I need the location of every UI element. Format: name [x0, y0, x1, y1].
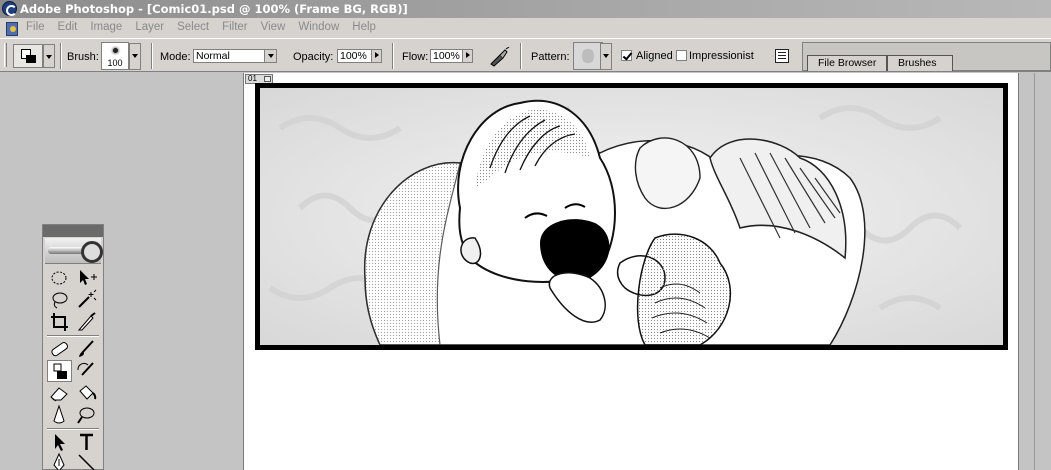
options-bar: Brush: 100 Mode: Normal Opacity: 100% Fl…	[0, 38, 1051, 72]
blur-drop-icon	[53, 404, 65, 424]
brush-tool[interactable]	[74, 338, 99, 360]
line-tool[interactable]	[74, 451, 99, 470]
slice-tool[interactable]	[74, 311, 99, 333]
marquee-tool[interactable]	[47, 267, 72, 289]
bandage-icon	[51, 342, 68, 357]
separator	[392, 43, 394, 69]
history-brush-tool[interactable]	[74, 360, 99, 382]
clone-stamp-icon	[53, 363, 67, 379]
crop-icon	[51, 313, 68, 331]
brush-dropdown-arrow[interactable]	[129, 43, 141, 70]
toolbox-title-bar[interactable]	[43, 225, 103, 237]
magic-wand-tool[interactable]	[74, 289, 99, 311]
brush-tip-icon	[113, 48, 118, 53]
mode-label: Mode:	[160, 51, 191, 63]
paint-bucket-tool[interactable]	[74, 382, 99, 404]
blur-tool[interactable]	[47, 404, 72, 426]
window-title: Adobe Photoshop - [Comic01.psd @ 100% (F…	[20, 2, 408, 16]
eraser-tool[interactable]	[47, 382, 72, 404]
flow-field[interactable]: 100%	[430, 49, 473, 63]
paintbrush-icon	[79, 340, 94, 357]
palette-well: File Browser Brushes	[802, 42, 1051, 71]
move-tool[interactable]	[74, 267, 99, 289]
opacity-field[interactable]: 100%	[337, 49, 382, 63]
tool-preset-picker[interactable]	[13, 44, 57, 68]
toolbox-divider	[47, 428, 99, 430]
crop-tool[interactable]	[47, 311, 72, 333]
menu-view[interactable]: View	[261, 21, 286, 33]
comic-panel-canvas[interactable]	[255, 83, 1008, 350]
impressionist-label: Impressionist	[689, 50, 754, 62]
history-brush-icon	[77, 362, 94, 376]
elliptical-marquee-icon	[51, 271, 67, 285]
separator	[520, 43, 522, 69]
flow-label: Flow:	[402, 51, 429, 63]
airbrush-icon	[490, 46, 510, 67]
menu-file[interactable]: File	[26, 21, 45, 33]
aligned-checkbox[interactable]	[621, 50, 632, 61]
paint-bucket-icon	[79, 385, 97, 400]
tool-preset-dropdown-arrow[interactable]	[43, 44, 55, 68]
tab-brushes[interactable]: Brushes	[887, 55, 953, 71]
pattern-label: Pattern:	[531, 51, 570, 63]
palette-menu-icon[interactable]	[775, 49, 789, 63]
aligned-label: Aligned	[636, 50, 673, 62]
brush-size: 100	[107, 58, 123, 68]
clone-stamp-preset-icon	[13, 44, 43, 68]
lasso-tool[interactable]	[47, 289, 72, 311]
tab-file-browser[interactable]: File Browser	[807, 55, 887, 71]
options-bar-grip[interactable]	[4, 43, 7, 67]
line-icon	[78, 454, 95, 470]
pattern-picker[interactable]	[573, 42, 603, 70]
mode-select[interactable]: Normal	[193, 49, 277, 63]
comic-illustration	[260, 88, 1003, 345]
flow-slider-arrow-icon[interactable]	[462, 50, 472, 62]
slice-knife-icon	[77, 312, 96, 331]
adobe-online-logo-icon[interactable]	[45, 238, 103, 264]
clone-stamp-tool[interactable]	[47, 360, 72, 382]
menu-image[interactable]: Image	[90, 21, 122, 33]
path-selection-tool[interactable]	[47, 431, 72, 453]
opacity-slider-arrow-icon[interactable]	[371, 50, 381, 62]
move-arrow-icon	[80, 270, 97, 285]
lasso-icon	[52, 292, 68, 309]
menu-bar: File Edit Image Layer Select Filter View…	[0, 18, 1051, 38]
menu-help[interactable]: Help	[352, 21, 376, 33]
brush-label: Brush:	[67, 51, 99, 63]
menu-window[interactable]: Window	[298, 21, 339, 33]
pen-tool[interactable]	[47, 451, 72, 470]
toolbox-divider	[47, 335, 99, 337]
pattern-dropdown-arrow[interactable]	[600, 43, 612, 70]
dodge-tool[interactable]	[74, 404, 99, 426]
photoshop-app-icon[interactable]	[2, 1, 17, 16]
pen-nib-icon	[53, 452, 65, 470]
brush-picker[interactable]: 100	[101, 42, 129, 70]
menu-layer[interactable]: Layer	[135, 21, 164, 33]
menu-select[interactable]: Select	[177, 21, 209, 33]
separator	[151, 43, 153, 69]
mode-value: Normal	[196, 50, 230, 62]
healing-brush-tool[interactable]	[47, 338, 72, 360]
chevron-down-icon	[264, 50, 276, 62]
magic-wand-icon	[78, 289, 97, 308]
close-icon[interactable]	[264, 76, 271, 82]
workspace-divider	[1034, 73, 1035, 470]
separator	[60, 43, 62, 69]
dodge-icon	[77, 407, 95, 424]
airbrush-toggle[interactable]	[488, 46, 510, 67]
type-t-icon	[80, 433, 93, 450]
document-menu-icon[interactable]	[4, 20, 20, 36]
toolbox	[42, 224, 104, 470]
title-bar: Adobe Photoshop - [Comic01.psd @ 100% (F…	[0, 0, 1051, 18]
document-tab-label: 01	[248, 74, 257, 83]
impressionist-checkbox[interactable]	[676, 50, 687, 61]
flow-value: 100%	[433, 50, 460, 62]
eraser-icon	[50, 387, 68, 402]
path-selection-arrow-icon	[55, 434, 65, 451]
menu-filter[interactable]: Filter	[222, 21, 248, 33]
opacity-value: 100%	[340, 50, 367, 62]
menu-edit[interactable]: Edit	[58, 21, 78, 33]
opacity-label: Opacity:	[293, 51, 334, 63]
type-tool[interactable]	[74, 431, 99, 453]
